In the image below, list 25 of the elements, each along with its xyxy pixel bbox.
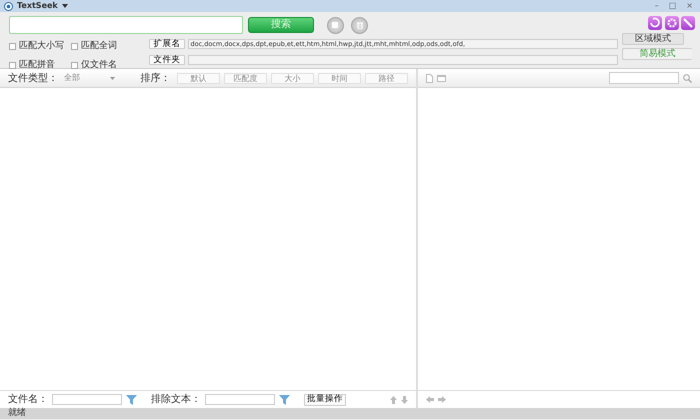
option-checkbox[interactable]: 匹配大小写 — [9, 40, 71, 53]
window-title: TextSeek — [17, 0, 58, 12]
close-button[interactable]: × — [683, 2, 696, 10]
search-button[interactable]: 搜索 — [248, 17, 314, 33]
sort-button[interactable]: 大小 — [271, 72, 314, 84]
status-text: 就绪 — [0, 408, 700, 419]
mode-tab[interactable]: 简易模式 — [622, 48, 692, 60]
sort-button[interactable]: 时间 — [318, 72, 361, 84]
filename-label: 文件名： — [8, 392, 48, 407]
sort-button[interactable]: 路径 — [365, 72, 408, 84]
file-type-label: 文件类型： — [8, 72, 58, 86]
option-checkbox[interactable]: 匹配全词 — [71, 40, 131, 53]
file-type-dropdown[interactable]: 全部 — [62, 72, 117, 84]
sort-button[interactable]: 默认 — [177, 72, 220, 84]
sort-button[interactable]: 匹配度 — [224, 72, 267, 84]
mode-tab[interactable]: 区域模式 — [622, 32, 684, 44]
option-checkbox[interactable]: 匹配拼音 — [9, 59, 71, 72]
folder-button[interactable]: 文件夹 — [149, 54, 185, 64]
maximize-button[interactable]: □ — [666, 2, 680, 10]
extension-button[interactable]: 扩展名 — [149, 38, 185, 48]
minimize-button[interactable]: – — [652, 2, 662, 10]
option-checkbox[interactable]: 仅文件名 — [71, 59, 131, 72]
exclude-label: 排除文本： — [151, 392, 201, 407]
batch-button[interactable]: 批量操作 — [304, 394, 346, 406]
sort-label: 排序： — [140, 72, 170, 86]
